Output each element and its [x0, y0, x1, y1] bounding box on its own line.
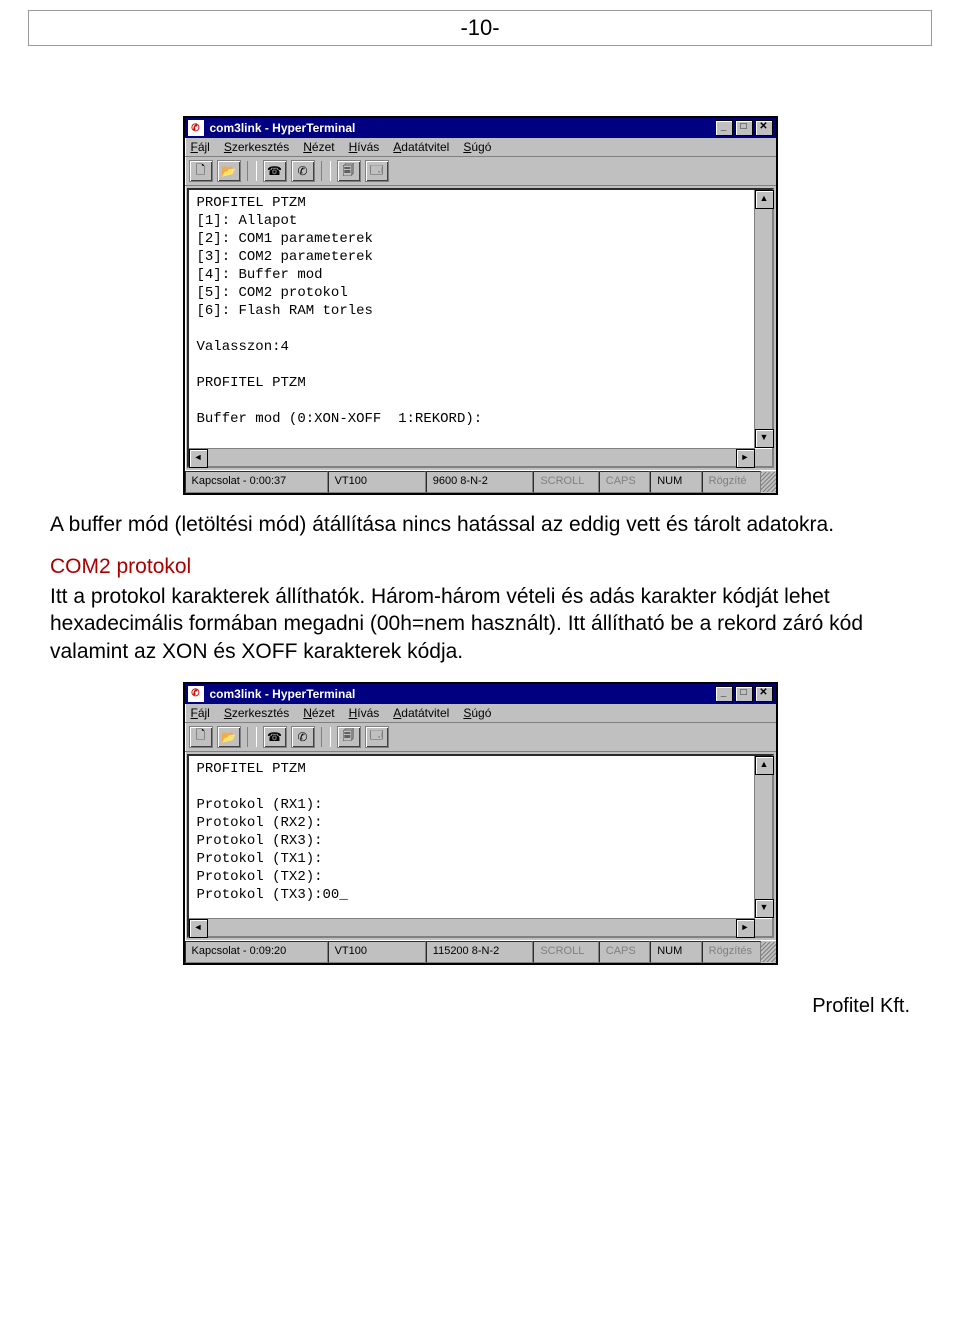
menu-view[interactable]: Nézet [303, 140, 334, 154]
menu-edit[interactable]: Szerkesztés [224, 706, 289, 720]
new-icon[interactable]: 🗋 [189, 160, 213, 182]
terminal-output: PROFITEL PTZM Protokol (RX1): Protokol (… [189, 756, 772, 936]
scroll-corner [755, 919, 772, 936]
status-connection: Kapcsolat - 0:09:20 [185, 941, 328, 963]
status-line: 9600 8-N-2 [426, 471, 534, 493]
scroll-left-icon[interactable]: ◄ [189, 449, 208, 468]
new-icon[interactable]: 🗋 [189, 726, 213, 748]
disconnect-icon[interactable]: ✆ [291, 726, 315, 748]
scroll-corner [755, 449, 772, 466]
window-title: com3link - HyperTerminal [210, 687, 356, 701]
scroll-right-icon[interactable]: ► [736, 919, 755, 938]
menu-help[interactable]: Súgó [463, 140, 491, 154]
minimize-button[interactable]: _ [715, 120, 733, 136]
status-connection: Kapcsolat - 0:00:37 [185, 471, 328, 493]
connect-icon[interactable]: ☎ [263, 160, 287, 182]
menu-edit[interactable]: Szerkesztés [224, 140, 289, 154]
statusbar: Kapcsolat - 0:09:20 VT100 115200 8-N-2 S… [185, 940, 776, 963]
scroll-left-icon[interactable]: ◄ [189, 919, 208, 938]
size-grip[interactable] [761, 942, 776, 962]
maximize-button[interactable]: □ [735, 686, 753, 702]
status-num: NUM [650, 941, 701, 963]
open-icon[interactable]: 📂 [217, 160, 241, 182]
status-scroll: SCROLL [533, 471, 598, 493]
terminal-output: PROFITEL PTZM [1]: Allapot [2]: COM1 par… [189, 190, 772, 466]
menu-transfer[interactable]: Adatátvitel [393, 706, 449, 720]
screenshot-2: ✆ com3link - HyperTerminal _ □ ✕ Fájl Sz… [183, 682, 778, 965]
scroll-right-icon[interactable]: ► [736, 449, 755, 468]
status-line: 115200 8-N-2 [426, 941, 534, 963]
send-icon[interactable]: 🗐 [337, 160, 361, 182]
menubar: Fájl Szerkesztés Nézet Hívás Adatátvitel… [185, 138, 776, 157]
app-icon: ✆ [188, 120, 204, 136]
status-record: Rögzíté [702, 471, 761, 493]
disconnect-icon[interactable]: ✆ [291, 160, 315, 182]
status-caps: CAPS [599, 941, 650, 963]
menu-call[interactable]: Hívás [349, 706, 380, 720]
send-icon[interactable]: 🗐 [337, 726, 361, 748]
scrollbar-horizontal[interactable]: ◄ ► [189, 448, 755, 466]
menu-help[interactable]: Súgó [463, 706, 491, 720]
statusbar: Kapcsolat - 0:00:37 VT100 9600 8-N-2 SCR… [185, 470, 776, 493]
app-icon: ✆ [188, 686, 204, 702]
status-scroll: SCROLL [533, 941, 598, 963]
status-record: Rögzítés [702, 941, 761, 963]
scroll-down-icon[interactable]: ▼ [755, 899, 774, 918]
scrollbar-vertical[interactable]: ▲ ▼ [754, 756, 772, 918]
window-titlebar: ✆ com3link - HyperTerminal _ □ ✕ [185, 684, 776, 704]
page-number: -10- [28, 10, 932, 46]
window-titlebar: ✆ com3link - HyperTerminal _ □ ✕ [185, 118, 776, 138]
scroll-up-icon[interactable]: ▲ [755, 190, 774, 209]
toolbar: 🗋 📂 ☎ ✆ 🗐 🗔 [185, 723, 776, 752]
toolbar: 🗋 📂 ☎ ✆ 🗐 🗔 [185, 157, 776, 186]
status-num: NUM [650, 471, 701, 493]
status-emulation: VT100 [328, 471, 426, 493]
menu-file[interactable]: Fájl [191, 140, 210, 154]
paragraph-2: Itt a protokol karakterek állíthatók. Há… [50, 583, 910, 666]
close-button[interactable]: ✕ [755, 686, 773, 702]
scroll-down-icon[interactable]: ▼ [755, 429, 774, 448]
status-caps: CAPS [599, 471, 650, 493]
scroll-up-icon[interactable]: ▲ [755, 756, 774, 775]
screenshot-1: ✆ com3link - HyperTerminal _ □ ✕ Fájl Sz… [183, 116, 778, 495]
properties-icon[interactable]: 🗔 [365, 726, 389, 748]
terminal-area: PROFITEL PTZM [1]: Allapot [2]: COM1 par… [187, 188, 774, 468]
scrollbar-vertical[interactable]: ▲ ▼ [754, 190, 772, 448]
window-title: com3link - HyperTerminal [210, 121, 356, 135]
open-icon[interactable]: 📂 [217, 726, 241, 748]
size-grip[interactable] [761, 472, 776, 492]
section-heading: COM2 protokol [50, 555, 910, 579]
menu-call[interactable]: Hívás [349, 140, 380, 154]
scrollbar-horizontal[interactable]: ◄ ► [189, 918, 755, 936]
properties-icon[interactable]: 🗔 [365, 160, 389, 182]
close-button[interactable]: ✕ [755, 120, 773, 136]
minimize-button[interactable]: _ [715, 686, 733, 702]
menu-transfer[interactable]: Adatátvitel [393, 140, 449, 154]
menubar: Fájl Szerkesztés Nézet Hívás Adatátvitel… [185, 704, 776, 723]
status-emulation: VT100 [328, 941, 426, 963]
menu-view[interactable]: Nézet [303, 706, 334, 720]
menu-file[interactable]: Fájl [191, 706, 210, 720]
connect-icon[interactable]: ☎ [263, 726, 287, 748]
paragraph-1: A buffer mód (letöltési mód) átállítása … [50, 511, 910, 539]
footer-company: Profitel Kft. [50, 995, 910, 1018]
terminal-area: PROFITEL PTZM Protokol (RX1): Protokol (… [187, 754, 774, 938]
maximize-button[interactable]: □ [735, 120, 753, 136]
